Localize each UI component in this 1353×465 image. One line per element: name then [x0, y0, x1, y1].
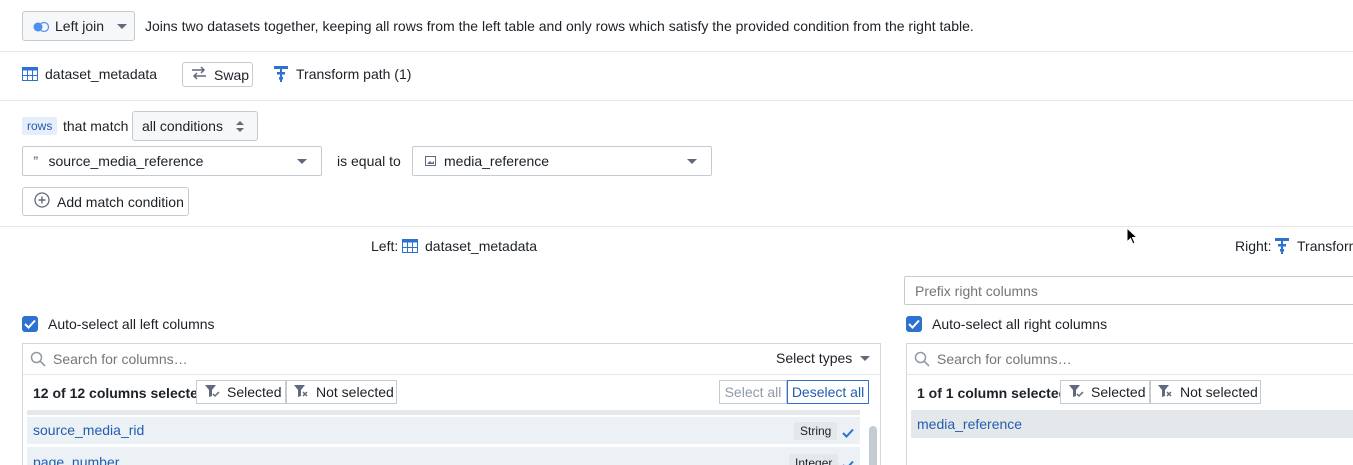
swap-button[interactable]: Swap — [182, 62, 253, 87]
auto-select-right-label: Auto-select all right columns — [932, 316, 1108, 332]
check-icon — [908, 319, 920, 329]
column-name: page_number — [33, 454, 120, 465]
search-icon — [30, 351, 46, 370]
right-columns-panel: 1 of 1 column selected Selected Not sele… — [906, 343, 1353, 465]
filter-remove-icon — [1158, 384, 1173, 401]
table-icon — [22, 67, 38, 84]
operator-label: is equal to — [337, 153, 401, 169]
right-column-select[interactable]: media_reference — [412, 146, 712, 176]
rows-tag-label: rows — [27, 119, 53, 133]
right-column-search-input[interactable] — [937, 348, 1337, 370]
left-count-label: 12 of 12 columns selected — [33, 385, 207, 401]
right-not-selected-filter[interactable]: Not selected — [1150, 380, 1261, 404]
chevron-down-icon — [860, 355, 871, 361]
add-match-condition-button[interactable]: Add match condition — [22, 187, 189, 216]
table-row[interactable]: media_reference — [911, 410, 1353, 438]
left-dataset-name: dataset_metadata — [45, 66, 158, 82]
rows-tag: rows — [22, 117, 58, 135]
auto-select-right-checkbox[interactable] — [906, 316, 922, 332]
check-icon — [842, 425, 854, 441]
column-name: source_media_rid — [33, 422, 145, 438]
filter-check-icon — [1069, 384, 1084, 401]
table-row[interactable]: page_number Integer — [27, 447, 860, 465]
right-column-label: media_reference — [444, 153, 550, 169]
left-selected-label: Selected — [227, 384, 282, 400]
column-type-tag: Integer — [789, 454, 839, 465]
check-icon — [842, 457, 854, 465]
media-type-icon — [425, 153, 436, 169]
transform-path-link[interactable]: Transform path (1) — [296, 65, 411, 83]
table-row[interactable]: source_media_rid String — [27, 417, 860, 444]
left-column-select[interactable]: ” source_media_reference — [22, 146, 322, 176]
plus-circle-icon — [34, 192, 50, 211]
left-column-label: source_media_reference — [48, 153, 204, 169]
right-not-selected-label: Not selected — [1180, 384, 1258, 400]
select-types-label: Select types — [776, 350, 853, 366]
auto-select-left-checkbox[interactable] — [22, 316, 38, 332]
right-selected-filter[interactable]: Selected — [1060, 380, 1150, 404]
that-match-label: that match — [63, 118, 129, 134]
column-name: media_reference — [917, 416, 1023, 432]
left-not-selected-label: Not selected — [316, 384, 394, 400]
left-columns-panel: Select types 12 of 12 columns selected S… — [22, 343, 881, 465]
mouse-cursor-icon — [1126, 226, 1139, 248]
match-mode-select[interactable]: all conditions — [132, 111, 258, 141]
join-description: Joins two datasets together, keeping all… — [145, 18, 974, 34]
filter-remove-icon — [294, 384, 309, 401]
right-heading-dataset: Transform — [1297, 238, 1353, 254]
chevron-down-icon — [687, 159, 697, 164]
match-mode-label: all conditions — [142, 118, 223, 134]
swap-icon — [191, 66, 207, 83]
left-heading-label: Left: — [371, 238, 399, 254]
left-join-icon — [33, 20, 50, 33]
table-icon — [402, 239, 418, 256]
prefix-right-columns-input[interactable] — [904, 276, 1353, 305]
left-scrollbar[interactable] — [869, 426, 877, 465]
right-selected-label: Selected — [1091, 384, 1146, 400]
string-type-icon: ” — [33, 155, 39, 167]
auto-select-left-label: Auto-select all left columns — [48, 316, 215, 332]
swap-label: Swap — [214, 66, 250, 83]
deselect-all-button[interactable]: Deselect all — [787, 380, 869, 404]
select-types-dropdown[interactable]: Select types — [776, 350, 871, 366]
check-icon — [24, 319, 36, 329]
column-type-tag: String — [794, 422, 838, 440]
left-column-search-input[interactable] — [53, 348, 753, 370]
search-icon — [914, 351, 930, 370]
chevron-down-icon — [117, 23, 128, 29]
filter-check-icon — [205, 384, 220, 401]
double-caret-icon — [235, 120, 245, 136]
left-heading-dataset: dataset_metadata — [425, 238, 538, 254]
chevron-down-icon — [297, 159, 307, 164]
select-all-button[interactable]: Select all — [719, 380, 787, 404]
left-not-selected-filter[interactable]: Not selected — [286, 380, 397, 404]
add-match-condition-label: Add match condition — [57, 193, 184, 210]
right-heading-label: Right: — [1235, 238, 1272, 254]
transform-path-icon — [274, 66, 288, 85]
transform-path-icon — [1275, 238, 1289, 257]
join-type-label: Left join — [55, 18, 105, 34]
deselect-all-label: Deselect all — [791, 384, 865, 400]
right-count-label: 1 of 1 column selected — [917, 385, 1068, 401]
left-selected-filter[interactable]: Selected — [196, 380, 286, 404]
select-all-label: Select all — [724, 384, 782, 400]
join-type-select[interactable]: Left join — [22, 11, 135, 41]
